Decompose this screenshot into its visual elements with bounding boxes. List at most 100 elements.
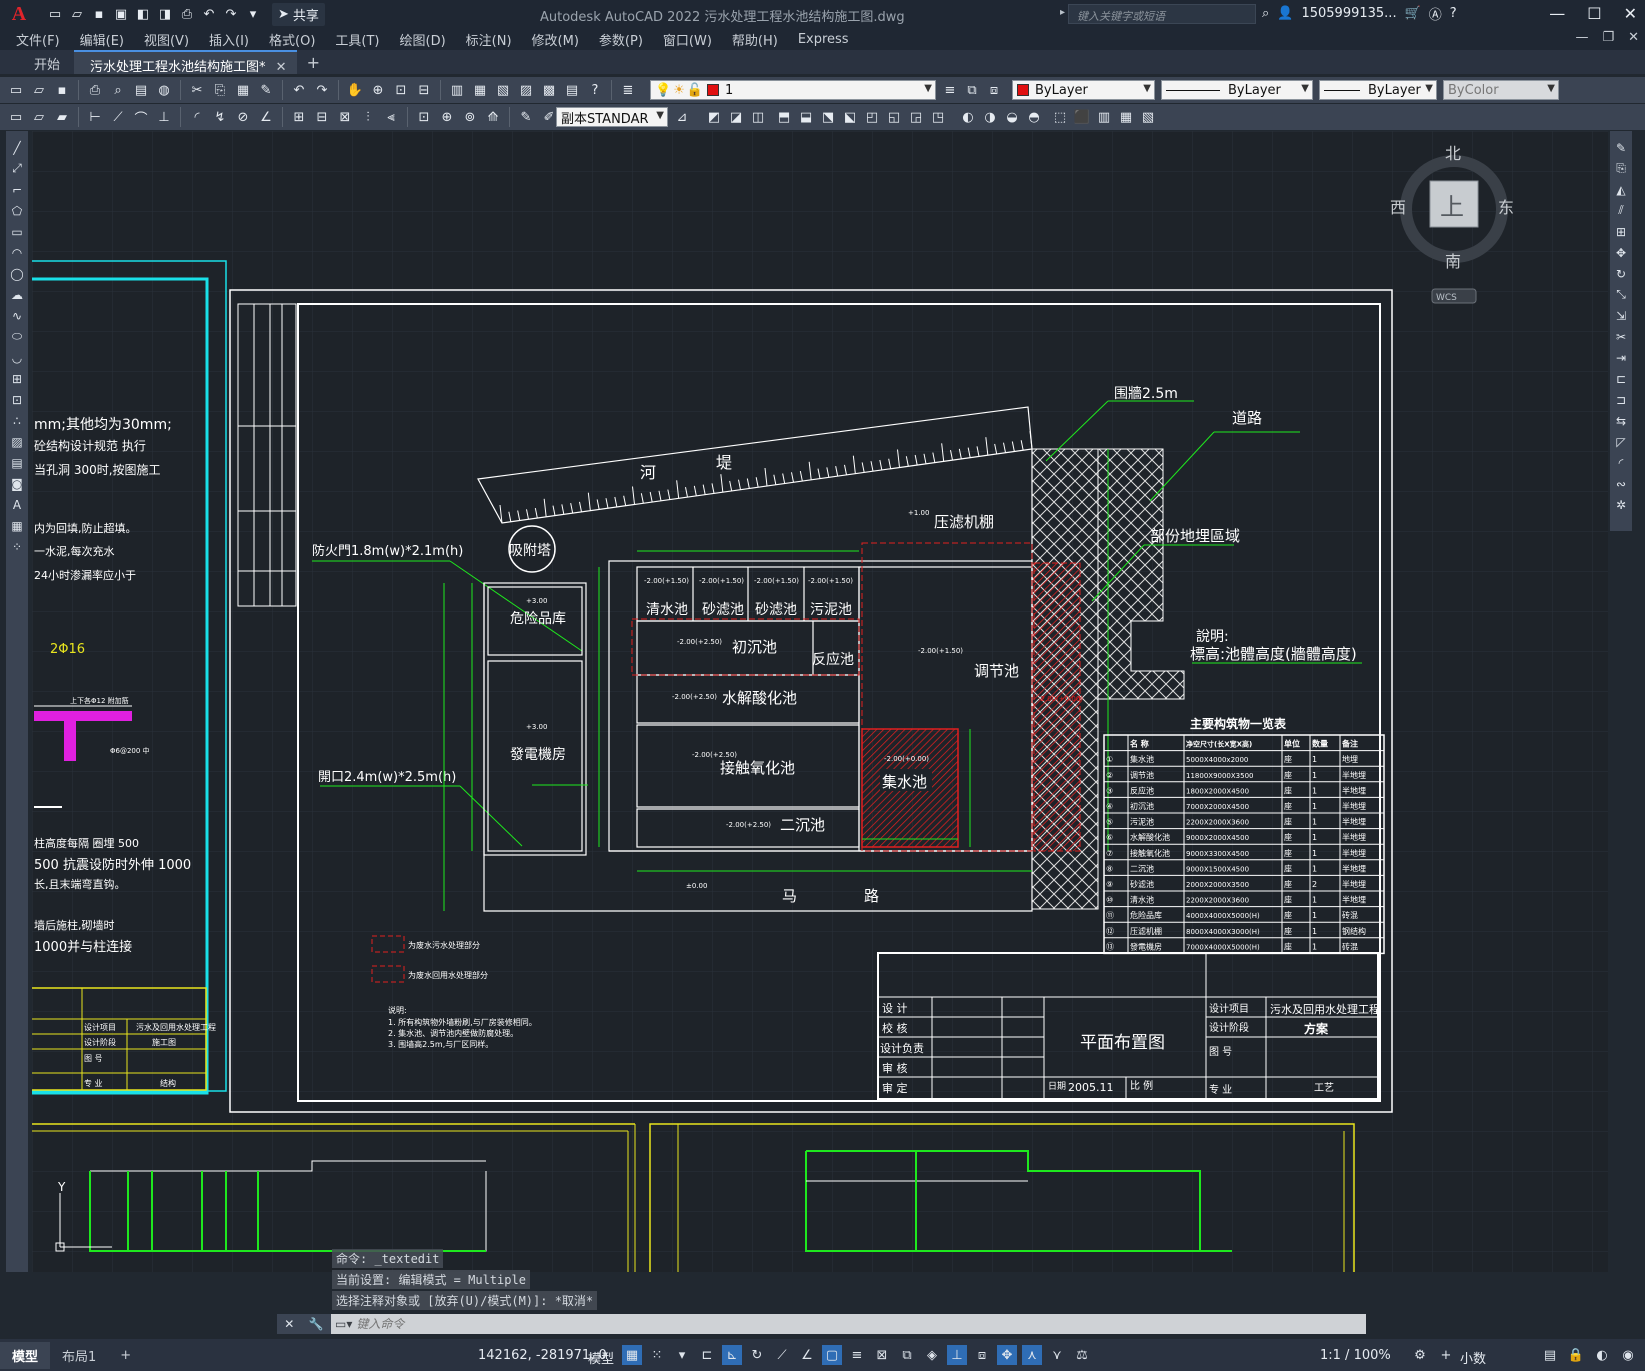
layer-dropdown[interactable]: 💡 ☀ 🔓 1 ▼ <box>650 80 936 100</box>
selection-filter-icon[interactable]: ⧈ <box>972 1345 992 1365</box>
inspection-icon[interactable]: ⊚ <box>460 107 480 127</box>
gizmo-icon[interactable]: ✥ <box>997 1345 1017 1365</box>
tab-layout1[interactable]: 布局1 <box>50 1342 108 1369</box>
erase-icon[interactable]: ✎ <box>1612 139 1630 156</box>
explode-icon[interactable]: ✲ <box>1612 496 1630 513</box>
table-icon[interactable]: ▦ <box>8 517 26 534</box>
menu-format[interactable]: 格式(O) <box>269 30 327 49</box>
undo-icon[interactable]: ↶ <box>200 5 218 23</box>
text-style-dropdown[interactable]: 副本STANDAR ▼ <box>556 107 668 127</box>
tolerance-icon[interactable]: ⊡ <box>414 107 434 127</box>
angular-dimension-icon[interactable]: ∠ <box>256 107 276 127</box>
plot-icon[interactable]: ⎙ <box>178 5 196 23</box>
annotation-scale[interactable]: 1:1 / 100% <box>1320 1348 1391 1363</box>
diameter-dimension-icon[interactable]: ⊘ <box>233 107 253 127</box>
scale-icon[interactable]: ⤡ <box>1612 286 1630 303</box>
blend-curves-icon[interactable]: ∾ <box>1612 475 1630 492</box>
menu-parametric[interactable]: 参数(P) <box>599 30 655 49</box>
publish-icon[interactable]: ▤ <box>131 80 151 100</box>
save-icon[interactable]: ▪ <box>90 5 108 23</box>
ortho-icon[interactable]: ⊾ <box>722 1345 742 1365</box>
gear-icon[interactable]: ⚙ <box>1410 1345 1430 1365</box>
stretch-icon[interactable]: ⇲ <box>1612 307 1630 324</box>
tab-start[interactable]: 开始 <box>0 50 74 74</box>
auto-scale-icon[interactable]: ⋎ <box>1047 1345 1067 1365</box>
customize-qat-icon[interactable]: ▾ <box>244 5 262 23</box>
break-at-point-icon[interactable]: ⊏ <box>1612 370 1630 387</box>
copy-object-icon[interactable]: ⎘ <box>1612 160 1630 177</box>
menu-express[interactable]: Express <box>798 32 861 47</box>
make-block-icon[interactable]: ⊡ <box>8 391 26 408</box>
menu-insert[interactable]: 插入(I) <box>209 30 261 49</box>
snap-menu-icon[interactable]: ▾ <box>672 1345 692 1365</box>
save-icon[interactable]: ▪ <box>52 80 72 100</box>
grid-icon[interactable]: ▦ <box>622 1345 642 1365</box>
autodesk-app-icon[interactable]: Ⓐ <box>1429 4 1442 23</box>
isodraft-icon[interactable]: ⟋ <box>772 1345 792 1365</box>
extend-icon[interactable]: ⇥ <box>1612 349 1630 366</box>
user-name[interactable]: 1505999135... <box>1301 6 1396 21</box>
layer-states-icon[interactable]: ⧈ <box>984 80 1004 100</box>
intersect-icon[interactable]: ◫ <box>748 107 768 127</box>
shell-icon[interactable]: ◓ <box>1024 107 1044 127</box>
customize-icon[interactable]: 🔧 <box>309 1317 324 1331</box>
line-icon[interactable]: ╱ <box>8 139 26 156</box>
drawing-canvas[interactable]: mm;其他均为30mm; 砼结构设计规范 执行 当孔洞 300时,按图施工 内为… <box>32 131 1608 1272</box>
sheet-set-icon[interactable]: ▨ <box>516 80 536 100</box>
menu-edit[interactable]: 编辑(E) <box>80 30 136 49</box>
extrude-faces-icon[interactable]: ⬒ <box>774 107 794 127</box>
color-faces-icon[interactable]: ◳ <box>928 107 948 127</box>
copy-icon[interactable]: ⎘ <box>210 80 230 100</box>
viewcube-top-label[interactable]: 上 <box>1440 193 1464 221</box>
revision-cloud-icon[interactable]: ☁ <box>8 286 26 303</box>
linetype-dropdown[interactable]: ByLayer ▼ <box>1161 80 1313 100</box>
match-properties-icon[interactable]: ✎ <box>256 80 276 100</box>
units-dropdown[interactable]: 小数 <box>1460 1348 1486 1367</box>
open-icon[interactable]: ▱ <box>68 5 86 23</box>
infer-icon[interactable]: ⊏ <box>697 1345 717 1365</box>
offset-faces-icon[interactable]: ⬔ <box>818 107 838 127</box>
baseline-dimension-icon[interactable]: ⊟ <box>312 107 332 127</box>
command-input[interactable] <box>356 1317 1157 1331</box>
section-icon[interactable]: ▥ <box>1094 107 1114 127</box>
gradient-icon[interactable]: ▤ <box>8 454 26 471</box>
mirror-icon[interactable]: ◭ <box>1612 181 1630 198</box>
lineweight-icon[interactable]: ≡ <box>847 1345 867 1365</box>
autocad-logo[interactable]: A <box>0 0 38 28</box>
jogged-dimension-icon[interactable]: ↯ <box>210 107 230 127</box>
quick-properties-icon[interactable]: ▤ <box>1540 1345 1560 1365</box>
tab-model[interactable]: 模型 <box>0 1341 51 1369</box>
polar-icon[interactable]: ↻ <box>747 1345 767 1365</box>
trim-icon[interactable]: ✂ <box>1612 328 1630 345</box>
hatch-icon[interactable]: ▨ <box>8 433 26 450</box>
viewcube-south[interactable]: 南 <box>1445 252 1461 271</box>
multiline-text-icon[interactable]: A <box>8 496 26 513</box>
object-snap-tracking-icon[interactable]: ∠ <box>797 1345 817 1365</box>
save-as-icon[interactable]: ▣ <box>112 5 130 23</box>
lineweight-dropdown[interactable]: ByLayer ▼ <box>1319 80 1437 100</box>
lock-ui-icon[interactable]: 🔒 <box>1566 1345 1586 1365</box>
plot-icon[interactable]: ⎙ <box>85 80 105 100</box>
properties-icon[interactable]: ▥ <box>447 80 467 100</box>
workspace-icon[interactable]: ▭ <box>6 107 26 127</box>
space-toggle[interactable]: 模型 <box>588 1348 614 1367</box>
dimension-break-icon[interactable]: ⫷ <box>381 107 401 127</box>
doc-close-button[interactable]: ✕ <box>1628 30 1639 45</box>
command-recent-icon[interactable]: ▭▾ <box>335 1317 352 1331</box>
check-icon[interactable]: ⬚ <box>1050 107 1070 127</box>
flatshot-icon[interactable]: ▧ <box>1138 107 1158 127</box>
new-icon[interactable]: ▭ <box>6 80 26 100</box>
menu-modify[interactable]: 修改(M) <box>532 30 591 49</box>
undo-icon[interactable]: ↶ <box>289 80 309 100</box>
cart-icon[interactable]: 🛒 <box>1405 6 1421 21</box>
construction-line-icon[interactable]: ⤢ <box>8 160 26 177</box>
viewcube-north[interactable]: 北 <box>1445 144 1461 163</box>
continue-dimension-icon[interactable]: ⊠ <box>335 107 355 127</box>
slice-icon[interactable]: ⬛ <box>1072 107 1092 127</box>
offset-icon[interactable]: ⫽ <box>1612 202 1630 219</box>
3d-print-icon[interactable]: ◍ <box>154 80 174 100</box>
layer-walk-icon[interactable]: ▱ <box>29 107 49 127</box>
design-center-icon[interactable]: ▦ <box>470 80 490 100</box>
interfere-icon[interactable]: ▦ <box>1116 107 1136 127</box>
viewcube-east[interactable]: 东 <box>1498 198 1514 217</box>
